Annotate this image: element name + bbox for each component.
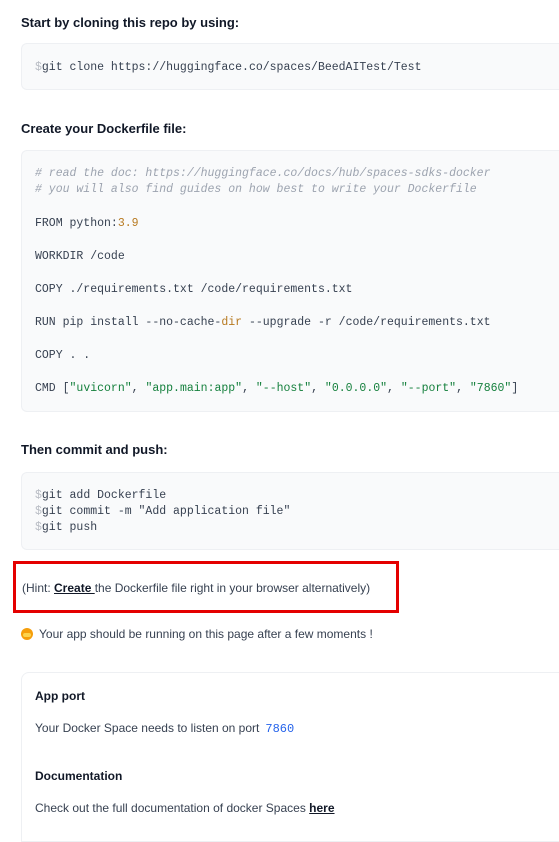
app-port-heading: App port — [35, 689, 85, 703]
clone-heading: Start by cloning this repo by using: — [21, 15, 240, 30]
code-string: "app.main:app" — [145, 382, 243, 395]
code-comment: # read the doc: https://huggingface.co/d… — [35, 167, 491, 180]
app-port-description: Your Docker Space needs to listen on por… — [35, 721, 260, 735]
running-text: Your app should be running on this page … — [39, 627, 373, 641]
code-string: "--port" — [400, 382, 457, 395]
documentation-text: Check out the full documentation of dock… — [35, 801, 335, 815]
prompt-symbol: $ — [35, 505, 42, 518]
prompt-symbol: $ — [35, 61, 42, 74]
code-copy-req-line: COPY ./requirements.txt /code/requiremen… — [35, 283, 353, 296]
commit-command-line: $git push — [35, 520, 559, 536]
code-sep: , — [456, 382, 470, 395]
code-version: 3.9 — [117, 217, 139, 230]
commit-command-line: $git commit -m "Add application file" — [35, 504, 559, 520]
code-sep: , — [387, 382, 401, 395]
code-string: "uvicorn" — [69, 382, 132, 395]
commit-command: git commit -m "Add application file" — [41, 505, 291, 518]
code-text: FROM python: — [35, 217, 118, 230]
commit-command: git push — [41, 521, 98, 534]
app-port-text: Your Docker Space needs to listen on por… — [35, 721, 294, 736]
hint-suffix: the Dockerfile file right in your browse… — [94, 581, 371, 595]
hint-highlight-box: (Hint: Create the Dockerfile file right … — [13, 561, 399, 613]
clone-code-block: $git clone https://huggingface.co/spaces… — [21, 43, 559, 90]
clone-command-line: $git clone https://huggingface.co/spaces… — [35, 60, 559, 76]
hint-text: (Hint: Create the Dockerfile file right … — [22, 581, 370, 595]
code-string: "0.0.0.0" — [324, 382, 388, 395]
prompt-symbol: $ — [35, 489, 42, 502]
code-string: "--host" — [255, 382, 312, 395]
code-from-line: FROM python:3.9 — [35, 216, 559, 232]
code-text: CMD [ — [35, 382, 70, 395]
code-string: "7860" — [469, 382, 512, 395]
create-dockerfile-link[interactable]: Create — [54, 581, 95, 595]
hugging-face-icon — [21, 628, 33, 640]
info-card: App port Your Docker Space needs to list… — [21, 672, 559, 842]
dockerfile-heading: Create your Dockerfile file: — [21, 121, 187, 136]
port-number: 7860 — [265, 722, 295, 736]
commit-command: git add Dockerfile — [41, 489, 167, 502]
code-sep: , — [131, 382, 146, 395]
documentation-link[interactable]: here — [309, 801, 334, 815]
hint-prefix: (Hint: — [22, 581, 55, 595]
code-text: --upgrade -r /code/requirements.txt — [242, 316, 491, 329]
code-keyword: dir — [221, 316, 243, 329]
code-sep: , — [311, 382, 325, 395]
prompt-symbol: $ — [35, 521, 42, 534]
commit-command-line: $git add Dockerfile — [35, 488, 559, 504]
code-text: RUN pip install --no-cache- — [35, 316, 222, 329]
code-sep: , — [242, 382, 256, 395]
dockerfile-code-block: # read the doc: https://huggingface.co/d… — [21, 150, 559, 412]
commit-code-block: $git add Dockerfile $git commit -m "Add … — [21, 472, 559, 550]
code-text: ] — [511, 382, 519, 395]
clone-command: git clone https://huggingface.co/spaces/… — [41, 61, 422, 74]
code-cmd-line: CMD ["uvicorn", "app.main:app", "--host"… — [35, 381, 559, 397]
commit-heading: Then commit and push: — [21, 442, 168, 457]
code-copy-all-line: COPY . . — [35, 349, 91, 362]
code-run-line: RUN pip install --no-cache-dir --upgrade… — [35, 315, 559, 331]
code-workdir-line: WORKDIR /code — [35, 250, 125, 263]
documentation-heading: Documentation — [35, 769, 123, 783]
code-comment: # you will also find guides on how best … — [35, 183, 477, 196]
running-note: Your app should be running on this page … — [21, 627, 373, 641]
documentation-description: Check out the full documentation of dock… — [35, 801, 310, 815]
